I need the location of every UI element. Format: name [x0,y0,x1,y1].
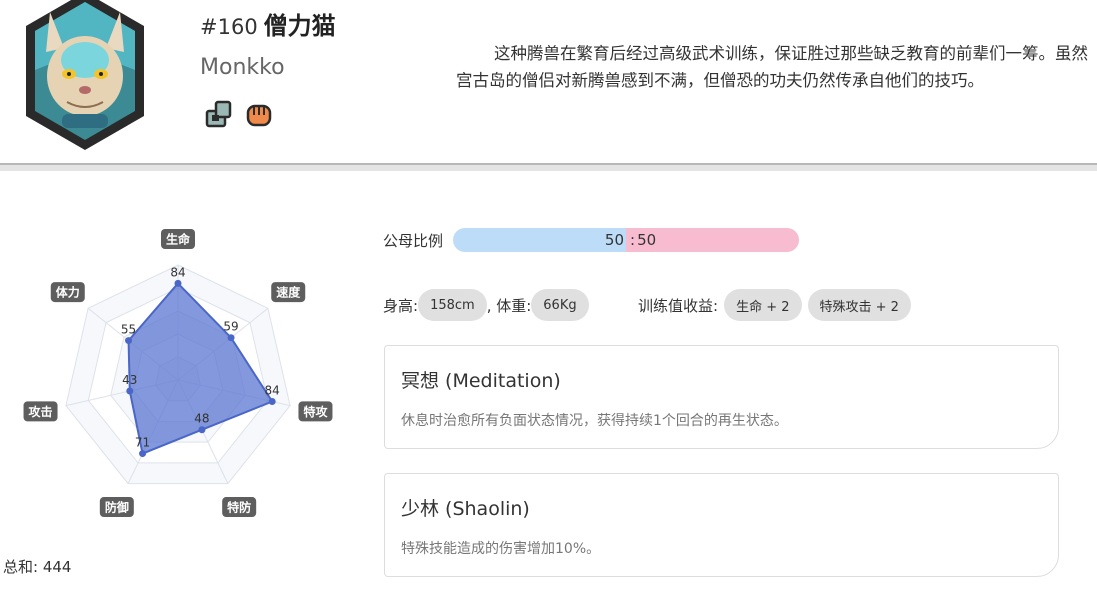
radar-value-label: 71 [135,436,150,450]
ev-yield-row: 训练值收益: 生命 + 2 特殊攻击 + 2 [638,289,911,321]
radar-axis-label: 特防 [227,500,251,515]
header-divider [0,163,1097,171]
gender-female-segment: : 50 [626,228,800,252]
radar-point [227,334,235,342]
ability-description: 特殊技能造成的伤害增加10%。 [401,541,601,557]
radar-svg: 84 59 84 48 71 43 55 生命速度特攻特防 防御 攻击 体力 [23,229,333,518]
ev-yield-label: 训练值收益: [638,296,719,315]
type-icons [204,99,274,129]
ability-card: 少林 (Shaolin) 特殊技能造成的伤害增加10%。 [384,473,1059,577]
dex-number: #160 [200,15,258,39]
gender-ratio-label: 公母比例 [383,231,444,250]
ability-name: 少林 (Shaolin) [401,498,530,520]
radar-axis-label: 生命 [166,232,191,247]
radar-value-label: 84 [265,383,280,397]
radar-axis-label: 特攻 [303,404,328,419]
physical-row: 身高: 158cm , 体重: 66Kg [383,289,589,321]
ev-chip-hp: 生命 + 2 [724,289,802,321]
ability-card: 冥想 (Meditation) 休息时治愈所有负面状态情况，获得持续1个回合的再… [384,345,1059,449]
height-chip: 158cm [418,289,487,321]
fist-type-icon[interactable] [244,99,274,129]
stats-radar-chart: 84 59 84 48 71 43 55 生命速度特攻特防 防御 攻击 体力 [0,220,360,520]
ability-name: 冥想 (Meditation) [401,370,561,392]
ev-chip-spatk: 特殊攻击 + 2 [807,289,911,321]
gender-female-value: 50 [637,231,657,249]
monster-avatar [26,0,144,150]
ability-description: 休息时治愈所有负面状态情况，获得持续1个回合的再生状态。 [401,413,788,429]
radar-value-label: 59 [223,320,238,334]
radar-axis-label: 体力 [56,285,80,300]
stats-total: 总和: 444 [3,558,72,576]
radar-point [174,279,182,287]
monster-name-cn: 僧力猫 [263,12,336,40]
radar-point [139,450,147,458]
gender-male-segment: 50 [453,228,627,252]
radar-axis-label: 攻击 [29,404,53,419]
radar-point [125,337,133,345]
radar-value-label: 55 [121,323,136,337]
header: #160 僧力猫 Monkko 这种腾兽在繁育后经过高级武术训练，保证胜过那些缺… [0,0,1097,164]
radar-axis-label: 速度 [276,285,301,300]
radar-value-label: 43 [122,373,137,387]
radar-value-label: 48 [194,412,209,426]
weight-label: , 体重: [486,296,532,315]
title-row: #160 僧力猫 [200,6,336,41]
gender-male-value: 50 [604,231,625,249]
fighting-type-icon[interactable] [204,99,234,129]
gender-separator: : [630,231,636,249]
radar-axis-label: 防御 [105,500,129,515]
height-label: 身高: [383,296,419,315]
radar-point [126,387,134,395]
radar-value-label: 84 [170,265,185,279]
weight-chip: 66Kg [531,289,589,321]
monster-name-en: Monkko [200,55,285,80]
radar-point [268,397,276,405]
gender-ratio-bar: 50 : 50 [453,228,800,252]
radar-point [198,426,206,434]
gender-ratio-row: 公母比例 50 : 50 [383,228,800,252]
monster-description: 这种腾兽在繁育后经过高级武术训练，保证胜过那些缺乏教育的前辈们一筹。虽然宫古岛的… [456,44,1088,90]
